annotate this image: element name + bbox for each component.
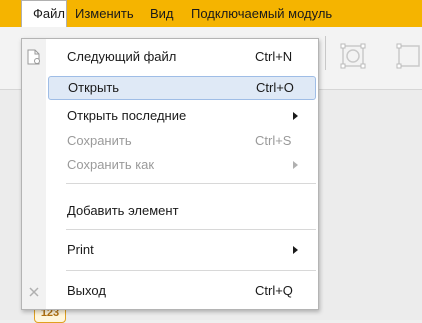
menu-item-print[interactable]: Print [22, 238, 318, 262]
menu-item-label: Выход [67, 283, 106, 298]
menu-item-label: Сохранить как [67, 157, 155, 172]
exit-icon [29, 287, 39, 297]
submenu-arrow-icon [293, 112, 298, 120]
submenu-arrow-icon [293, 246, 298, 254]
menu-item-add-element[interactable]: Добавить элемент [22, 199, 318, 223]
menu-item-label: Print [67, 242, 94, 257]
menu-item-open-recent[interactable]: Открыть последние [22, 104, 318, 128]
file-menu-dropdown: Следующий файл Ctrl+N Открыть Ctrl+O Отк… [21, 38, 319, 310]
shape-tool-icon[interactable] [340, 43, 366, 69]
shape-tool-2-icon[interactable] [396, 43, 422, 69]
toolbar-separator [325, 36, 326, 70]
menu-item-label: Открыть последние [67, 108, 187, 123]
menu-item-exit[interactable]: Выход Ctrl+Q [22, 279, 318, 303]
menu-item-shortcut: Ctrl+Q [255, 283, 293, 298]
menu-item-shortcut: Ctrl+S [255, 133, 292, 148]
menu-item-label: Добавить элемент [67, 203, 179, 218]
menu-separator [66, 270, 316, 271]
menu-separator [66, 229, 316, 230]
menu-item-next-file[interactable]: Следующий файл Ctrl+N [22, 45, 318, 69]
menu-view[interactable]: Вид [146, 0, 178, 27]
menu-item-open[interactable]: Открыть Ctrl+O [48, 76, 316, 100]
menu-bar: Файл Изменить Вид Подключаемый модуль [0, 0, 422, 27]
menu-item-save-as[interactable]: Сохранить как [22, 153, 318, 177]
menu-separator [66, 183, 316, 184]
menu-edit[interactable]: Изменить [71, 0, 138, 27]
menu-item-shortcut: Ctrl+N [255, 49, 293, 64]
menu-item-label: Следующий файл [67, 49, 177, 64]
menu-item-label: Открыть [68, 80, 120, 95]
menu-item-save[interactable]: Сохранить Ctrl+S [22, 129, 318, 153]
file-next-icon [27, 49, 40, 65]
menu-plugin[interactable]: Подключаемый модуль [187, 0, 336, 27]
menu-item-label: Сохранить [67, 133, 132, 148]
submenu-arrow-icon [293, 161, 298, 169]
menu-file[interactable]: Файл [21, 0, 67, 27]
menu-item-shortcut: Ctrl+O [256, 80, 294, 95]
